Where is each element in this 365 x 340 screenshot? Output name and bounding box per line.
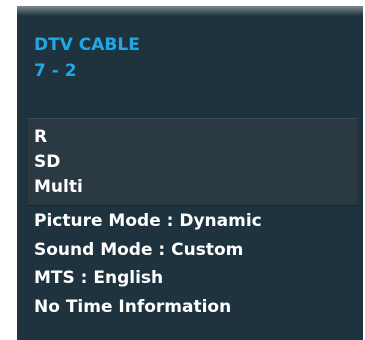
channel-number: 7 - 2 bbox=[34, 61, 77, 81]
sound-mode-label: Sound Mode : Custom bbox=[34, 239, 244, 260]
status-list: Picture Mode : Dynamic Sound Mode : Cust… bbox=[34, 207, 262, 321]
picture-mode-label: Picture Mode : Dynamic bbox=[34, 211, 262, 231]
channel-header: DTV CABLE 7 - 2 bbox=[34, 32, 140, 84]
time-info-label: No Time Information bbox=[34, 296, 232, 317]
audio-label: Multi bbox=[34, 177, 83, 197]
channel-source: DTV CABLE bbox=[34, 35, 140, 55]
mts-label: MTS : English bbox=[34, 268, 164, 288]
top-edge-shade bbox=[17, 6, 363, 16]
definition-label: SD bbox=[34, 152, 61, 172]
signal-info-list: R SD Multi bbox=[34, 125, 83, 200]
rating-label: R bbox=[34, 127, 48, 147]
